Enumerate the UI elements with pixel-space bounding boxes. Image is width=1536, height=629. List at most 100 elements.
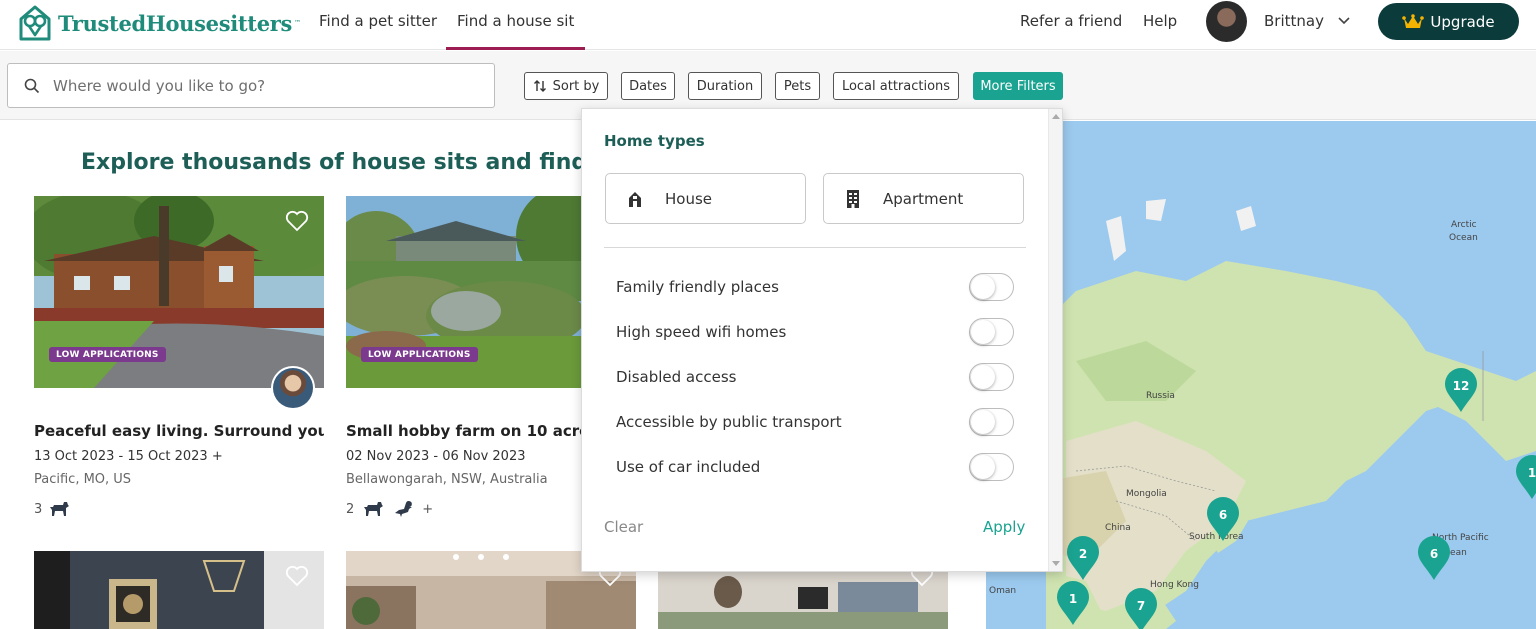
upgrade-label: Upgrade bbox=[1430, 12, 1495, 31]
listing-photo-3[interactable] bbox=[34, 551, 324, 629]
toggle-row-car-included: Use of car included bbox=[616, 451, 1014, 483]
car-included-toggle[interactable] bbox=[969, 453, 1014, 481]
marker-count: 1 bbox=[1528, 466, 1536, 480]
listing-location-2: Bellawongarah, NSW, Australia bbox=[346, 472, 548, 487]
bird-icon bbox=[395, 501, 413, 517]
toggle-label: High speed wifi homes bbox=[616, 323, 787, 341]
dropdown-scrollbar[interactable] bbox=[1048, 109, 1062, 571]
nav-active-indicator bbox=[446, 47, 585, 50]
low-applications-badge: LOW APPLICATIONS bbox=[49, 347, 166, 362]
map-label-china: China bbox=[1105, 523, 1131, 533]
marker-count: 7 bbox=[1137, 599, 1145, 613]
more-filters-button[interactable]: More Filters bbox=[973, 72, 1063, 100]
local-attractions-filter-button[interactable]: Local attractions bbox=[833, 72, 959, 100]
toggle-row-public-transport: Accessible by public transport bbox=[616, 406, 1014, 438]
dog-icon bbox=[364, 502, 384, 516]
duration-filter-button[interactable]: Duration bbox=[688, 72, 762, 100]
nav-help[interactable]: Help bbox=[1143, 12, 1177, 30]
listing-photo-3-image bbox=[34, 551, 324, 629]
marker-count: 1 bbox=[1069, 592, 1077, 606]
divider bbox=[604, 247, 1026, 248]
public-transport-toggle[interactable] bbox=[969, 408, 1014, 436]
apartment-building-icon bbox=[847, 189, 859, 208]
map-cluster-marker[interactable]: 1 bbox=[1055, 580, 1091, 629]
disabled-access-toggle[interactable] bbox=[969, 363, 1014, 391]
map-cluster-marker[interactable]: 7 bbox=[1123, 587, 1159, 629]
listing-pets-1: 3 bbox=[34, 500, 70, 518]
toggle-row-disabled-access: Disabled access bbox=[616, 361, 1014, 393]
house-icon bbox=[629, 191, 641, 207]
sort-arrows-icon bbox=[533, 80, 546, 92]
scroll-up-arrow-icon[interactable] bbox=[1052, 113, 1060, 119]
clear-button[interactable]: Clear bbox=[604, 518, 643, 536]
pet-count: 2 bbox=[346, 501, 355, 517]
low-applications-badge: LOW APPLICATIONS bbox=[361, 347, 478, 362]
nav-refer-friend[interactable]: Refer a friend bbox=[1020, 12, 1122, 30]
logo-trademark: ™ bbox=[294, 19, 302, 27]
crown-icon bbox=[1402, 13, 1425, 28]
scroll-down-arrow-icon[interactable] bbox=[1052, 561, 1060, 567]
logo-text: TrustedHousesitters bbox=[58, 10, 293, 36]
top-header: TrustedHousesitters ™ Find a pet sitter … bbox=[0, 0, 1536, 50]
map-cluster-marker[interactable]: 6 bbox=[1205, 496, 1241, 546]
marker-count: 6 bbox=[1219, 508, 1227, 522]
search-icon bbox=[24, 78, 40, 94]
toggle-label: Family friendly places bbox=[616, 278, 779, 296]
home-type-apartment-label: Apartment bbox=[883, 189, 964, 208]
heart-icon[interactable] bbox=[285, 210, 309, 232]
marker-count: 12 bbox=[1453, 379, 1470, 393]
search-box[interactable] bbox=[7, 63, 495, 108]
pets-filter-button[interactable]: Pets bbox=[775, 72, 820, 100]
home-type-apartment-button[interactable]: Apartment bbox=[823, 173, 1024, 224]
map[interactable]: Arctic Ocean Russia Mongolia China South… bbox=[986, 121, 1536, 629]
listing-pets-2: 2 + bbox=[346, 500, 433, 518]
listing-photo-5-image bbox=[658, 572, 948, 629]
map-cluster-marker[interactable]: 2 bbox=[1065, 535, 1101, 585]
map-label-arctic-ocean: Ocean bbox=[1449, 233, 1478, 243]
map-label-arctic: Arctic bbox=[1451, 220, 1477, 230]
nav-find-pet-sitter[interactable]: Find a pet sitter bbox=[319, 12, 437, 30]
nav-find-house-sit[interactable]: Find a house sit bbox=[457, 12, 574, 30]
toggle-row-family-friendly: Family friendly places bbox=[616, 271, 1014, 303]
sort-by-button[interactable]: Sort by bbox=[524, 72, 608, 100]
logo[interactable]: TrustedHousesitters ™ bbox=[18, 3, 301, 43]
map-cluster-marker[interactable]: 6 bbox=[1416, 535, 1452, 585]
home-types-title: Home types bbox=[604, 132, 705, 150]
home-type-house-label: House bbox=[665, 189, 713, 208]
user-avatar[interactable] bbox=[1206, 1, 1247, 42]
more-filters-dropdown: Home types House Apartment Family friend… bbox=[581, 108, 1063, 572]
upgrade-button[interactable]: Upgrade bbox=[1378, 3, 1519, 40]
map-label-mongolia: Mongolia bbox=[1126, 489, 1167, 499]
high-speed-wifi-toggle[interactable] bbox=[969, 318, 1014, 346]
heart-icon[interactable] bbox=[285, 565, 309, 587]
map-cluster-marker[interactable]: 12 bbox=[1443, 367, 1479, 417]
listing-dates-1: 13 Oct 2023 - 15 Oct 2023 + bbox=[34, 449, 223, 464]
house-heart-logo-icon bbox=[19, 5, 51, 41]
search-input[interactable] bbox=[53, 64, 483, 107]
family-friendly-toggle[interactable] bbox=[969, 273, 1014, 301]
marker-count: 2 bbox=[1079, 547, 1087, 561]
listing-dates-2: 02 Nov 2023 - 06 Nov 2023 bbox=[346, 449, 526, 464]
listing-photo-5[interactable] bbox=[658, 572, 948, 629]
dog-icon bbox=[50, 502, 70, 516]
map-label-russia: Russia bbox=[1146, 391, 1175, 401]
listing-title-2[interactable]: Small hobby farm on 10 acres of bush bbox=[346, 422, 582, 440]
toggle-label: Accessible by public transport bbox=[616, 413, 842, 431]
map-label-oman: Oman bbox=[989, 586, 1017, 596]
listing-location-1: Pacific, MO, US bbox=[34, 472, 132, 487]
home-type-house-button[interactable]: House bbox=[605, 173, 806, 224]
chevron-down-icon[interactable] bbox=[1337, 14, 1351, 28]
dates-filter-button[interactable]: Dates bbox=[621, 72, 675, 100]
map-cluster-marker[interactable]: 1 bbox=[1514, 454, 1536, 504]
toggle-label: Use of car included bbox=[616, 458, 761, 476]
listing-title-1[interactable]: Peaceful easy living. Surround yourself … bbox=[34, 422, 324, 440]
pet-count: 3 bbox=[34, 501, 43, 517]
apply-button[interactable]: Apply bbox=[983, 518, 1025, 536]
toggle-row-wifi: High speed wifi homes bbox=[616, 316, 1014, 348]
more-pets-indicator: + bbox=[422, 501, 434, 517]
page-heading: Explore thousands of house sits and find… bbox=[81, 150, 651, 175]
toggle-label: Disabled access bbox=[616, 368, 737, 386]
page: TrustedHousesitters ™ Find a pet sitter … bbox=[0, 0, 1536, 629]
user-name[interactable]: Brittnay bbox=[1264, 12, 1324, 30]
host-avatar[interactable] bbox=[271, 366, 315, 410]
